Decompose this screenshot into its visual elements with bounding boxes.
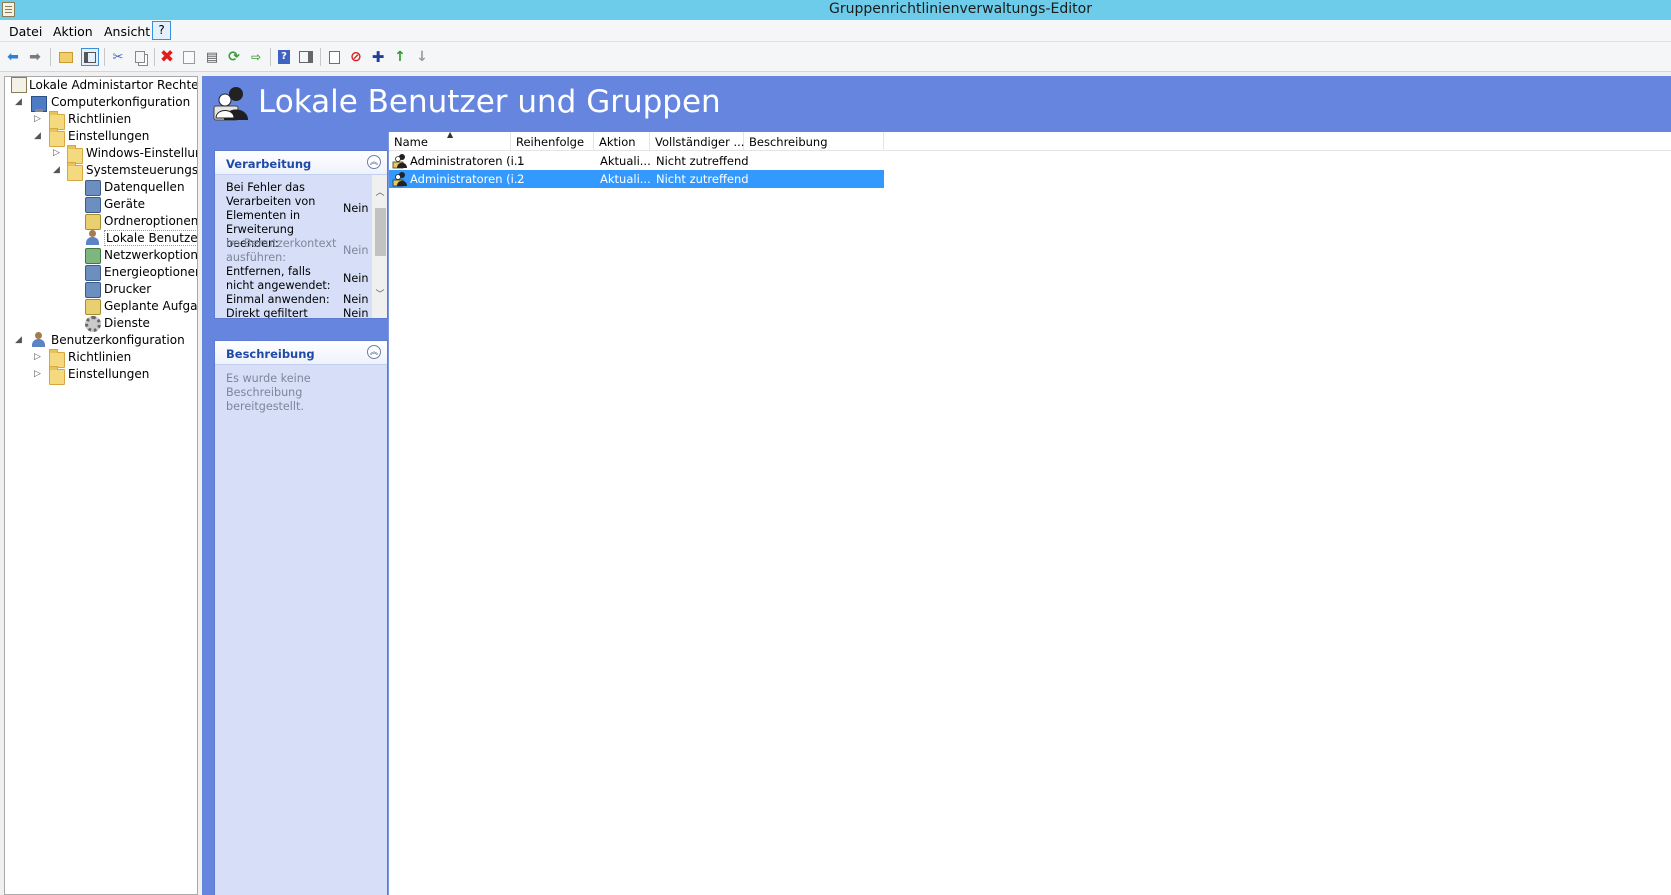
data-sources-icon — [85, 180, 101, 196]
navigation-tree: Lokale Administartor Rechte GP ◢ Compute… — [4, 76, 198, 895]
toolbar-separator — [50, 48, 51, 66]
column-header-order[interactable]: Reihenfolge — [511, 132, 594, 151]
cell-action: Aktuali... — [600, 154, 651, 168]
collapse-arrow-icon[interactable]: ◢ — [34, 131, 44, 141]
cell-name: Administratoren (i... — [410, 154, 525, 168]
stop-icon[interactable]: ⊘ — [347, 48, 365, 66]
description-panel: Beschreibung ︽ Es wurde keine Beschreibu… — [214, 340, 388, 895]
cell-order: 1 — [517, 154, 525, 168]
collapse-chevron-icon[interactable]: ︽ — [367, 155, 381, 169]
printer-icon — [85, 282, 101, 298]
print-icon[interactable]: ▤ — [203, 48, 221, 66]
scroll-up-icon[interactable]: ︿ — [374, 185, 386, 198]
services-gear-icon — [85, 316, 101, 332]
export-list-icon[interactable]: ⇨ — [247, 48, 265, 66]
collapse-arrow-icon[interactable]: ◢ — [15, 97, 25, 107]
processing-scrollbar[interactable]: ︿ ﹀ — [371, 175, 387, 318]
processing-panel-title: Verarbeitung — [226, 157, 312, 171]
window-title: Gruppenrichtlinienverwaltungs-Editor — [829, 1, 1092, 17]
menu-view[interactable]: Ansicht — [104, 24, 150, 39]
folder-icon — [49, 128, 65, 147]
description-panel-title: Beschreibung — [226, 347, 315, 361]
items-list: Name ▲ Reihenfolge Aktion Vollständiger … — [388, 130, 1671, 895]
properties-icon[interactable] — [180, 48, 198, 66]
toolbar-separator — [270, 48, 271, 66]
cell-full-path: Nicht zutreffend — [656, 172, 749, 186]
collapse-arrow-icon[interactable]: ◢ — [15, 335, 25, 345]
delete-x-icon[interactable]: ✖ — [158, 48, 176, 66]
description-panel-body: Es wurde keine Beschreibung bereitgestel… — [215, 365, 387, 885]
menu-action[interactable]: Aktion — [53, 24, 93, 39]
toolbar-separator — [320, 48, 321, 66]
description-panel-header[interactable]: Beschreibung ︽ — [215, 341, 387, 365]
users-groups-icon — [212, 84, 250, 122]
sort-ascending-icon: ▲ — [447, 130, 454, 139]
column-header-description[interactable]: Beschreibung — [744, 132, 884, 151]
new-item-icon[interactable] — [325, 48, 343, 66]
network-icon — [85, 248, 101, 264]
forward-arrow-icon[interactable]: ➡ — [26, 48, 44, 66]
move-down-icon[interactable]: ↓ — [413, 48, 431, 66]
column-header-name[interactable]: Name ▲ — [389, 130, 511, 151]
group-icon — [392, 171, 408, 187]
copy-icon[interactable] — [131, 48, 149, 66]
show-hide-tree-icon[interactable] — [81, 48, 99, 66]
show-action-pane-icon[interactable] — [297, 48, 315, 66]
policy-document-icon — [11, 77, 27, 93]
move-up-icon[interactable]: ↑ — [391, 48, 409, 66]
help-icon[interactable]: ? — [275, 48, 293, 66]
cut-icon[interactable]: ✂ — [109, 48, 127, 66]
expand-arrow-icon[interactable]: ▷ — [34, 114, 44, 124]
cell-name: Administratoren (i... — [410, 172, 525, 186]
description-text: Es wurde keine Beschreibung bereitgestel… — [226, 372, 311, 413]
devices-icon — [85, 197, 101, 213]
control-panel-folder-icon — [67, 162, 83, 181]
toolbar: ⬅ ➡ ✂ ✖ ▤ ⟳ ⇨ ? ⊘ ✚ ↑ ↓ — [0, 42, 1671, 72]
menu-help[interactable]: ? — [152, 21, 171, 40]
scheduled-tasks-icon — [85, 299, 101, 315]
toolbar-separator — [154, 48, 155, 66]
collapse-chevron-icon[interactable]: ︽ — [367, 345, 381, 359]
cell-action: Aktuali... — [600, 172, 651, 186]
folder-options-icon — [85, 214, 101, 230]
cell-order: 2 — [517, 172, 525, 186]
menu-file[interactable]: Datei — [9, 24, 42, 39]
computer-icon — [31, 96, 47, 112]
processing-panel-body: Bei Fehler das Verarbeiten von Elementen… — [215, 175, 387, 318]
up-folder-icon[interactable] — [57, 48, 75, 66]
column-header-full-path[interactable]: Vollständiger ... — [650, 132, 744, 151]
collapse-arrow-icon[interactable]: ◢ — [53, 165, 63, 175]
expand-arrow-icon[interactable]: ▷ — [34, 352, 44, 362]
list-header: Name ▲ Reihenfolge Aktion Vollständiger … — [389, 130, 1671, 151]
folder-icon — [49, 366, 65, 385]
table-row-selected[interactable]: Administratoren (i... 2 Aktuali... Nicht… — [389, 170, 884, 188]
cell-full-path: Nicht zutreffend — [656, 154, 749, 168]
refresh-icon[interactable]: ⟳ — [225, 48, 243, 66]
column-header-action[interactable]: Aktion — [594, 132, 650, 151]
plus-icon[interactable]: ✚ — [369, 48, 387, 66]
processing-panel-header[interactable]: Verarbeitung ︽ — [215, 151, 387, 175]
menu-bar: Datei Aktion Ansicht ? — [0, 20, 1671, 42]
group-icon — [392, 153, 408, 169]
scrollbar-thumb[interactable] — [375, 208, 386, 256]
users-groups-icon — [85, 230, 101, 246]
scroll-down-icon[interactable]: ﹀ — [374, 287, 386, 300]
user-config-icon — [31, 332, 47, 348]
details-pane: Lokale Benutzer und Gruppen Verarbeitung… — [202, 76, 1671, 895]
expand-arrow-icon[interactable]: ▷ — [53, 148, 63, 158]
page-title: Lokale Benutzer und Gruppen — [258, 84, 721, 120]
table-row[interactable]: Administratoren (i... 1 Aktuali... Nicht… — [389, 152, 884, 170]
title-bar: Gruppenrichtlinienverwaltungs-Editor — [0, 0, 1671, 20]
toolbar-separator — [104, 48, 105, 66]
processing-panel: Verarbeitung ︽ Bei Fehler das Verarbeite… — [214, 150, 388, 319]
power-icon — [85, 265, 101, 281]
expand-arrow-icon[interactable]: ▷ — [34, 369, 44, 379]
back-arrow-icon[interactable]: ⬅ — [4, 48, 22, 66]
